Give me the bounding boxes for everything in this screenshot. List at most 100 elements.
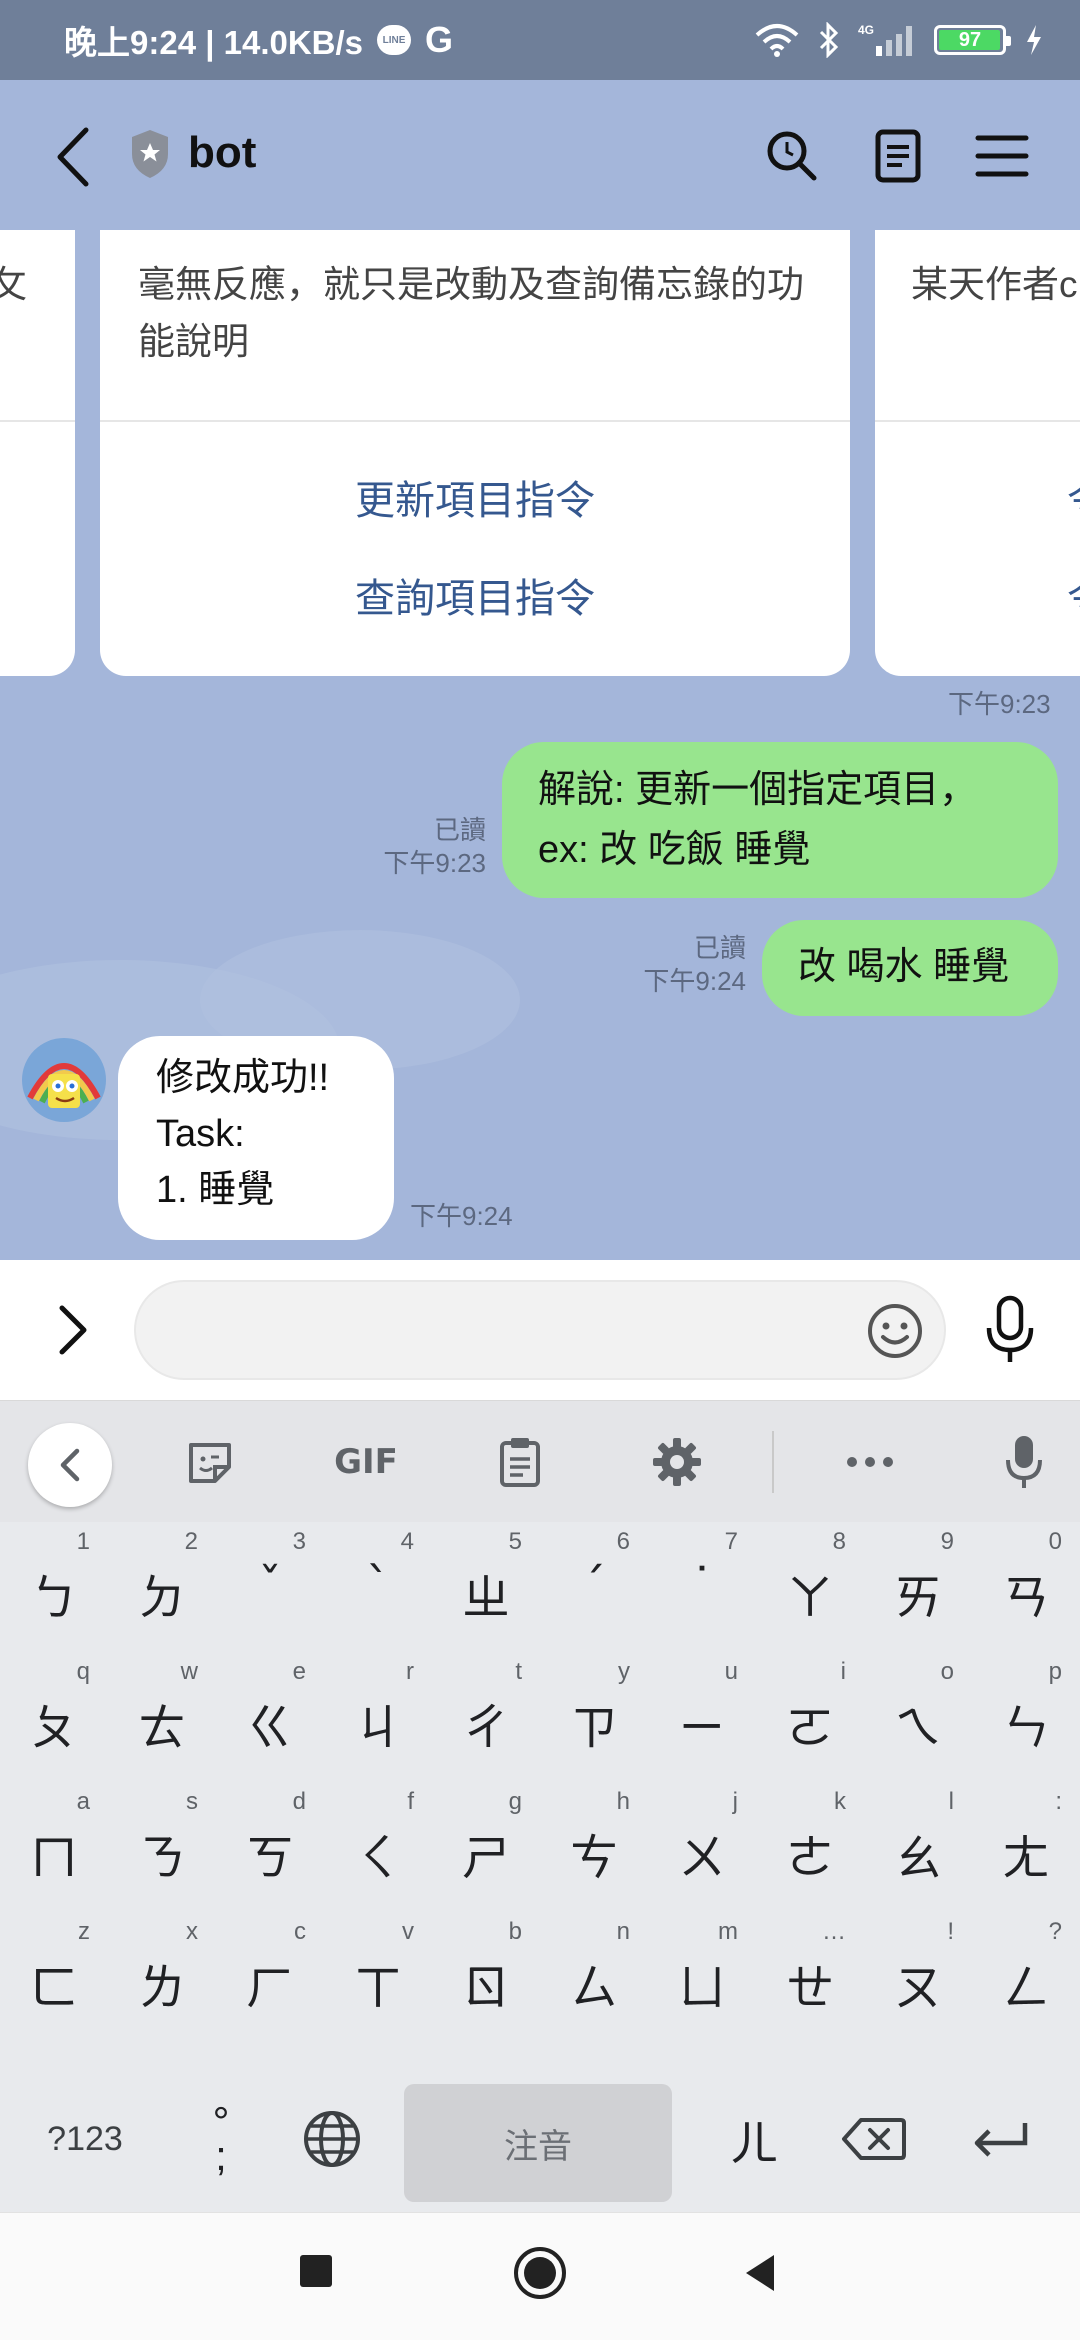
- enter-key[interactable]: [946, 2074, 1056, 2204]
- keyboard-key[interactable]: dㄎ: [216, 1784, 324, 1914]
- keyboard-key[interactable]: pㄣ: [972, 1654, 1080, 1784]
- search-icon[interactable]: [762, 126, 822, 186]
- keyboard-key[interactable]: vㄒ: [324, 1914, 432, 2044]
- back-triangle-icon[interactable]: [742, 2253, 778, 2293]
- keyboard-collapse-button[interactable]: [28, 1423, 112, 1507]
- chat-area[interactable]: 攵 毫無反應，就只是改動及查詢備忘錄的功能說明 更新項目指令 查詢項目指令 某天…: [0, 230, 1080, 1260]
- incoming-message-bubble[interactable]: 修改成功!! Task: 1. 睡覺: [118, 1036, 394, 1240]
- keyboard-key[interactable]: nㄙ: [540, 1914, 648, 2044]
- keyboard-key[interactable]: sㄋ: [108, 1784, 216, 1914]
- keyboard-key[interactable]: 9ㄞ: [864, 1524, 972, 1654]
- key-hint: k: [834, 1788, 846, 1815]
- keyboard-key[interactable]: 0ㄢ: [972, 1524, 1080, 1654]
- keyboard-key[interactable]: mㄩ: [648, 1914, 756, 2044]
- key-symbol: ㄇ: [29, 1830, 78, 1886]
- query-item-command-button[interactable]: 查詢項目指令: [100, 566, 850, 624]
- key-symbol: ㄝ: [785, 1960, 834, 2016]
- keyboard-key[interactable]: wㄊ: [108, 1654, 216, 1784]
- backspace-key[interactable]: [814, 2074, 934, 2204]
- key-symbol: ㄡ: [893, 1960, 942, 2016]
- key-hint: r: [406, 1658, 414, 1685]
- keyboard-key[interactable]: kㄜ: [756, 1784, 864, 1914]
- clipboard-button[interactable]: [490, 1401, 550, 1523]
- keyboard-key[interactable]: oㄟ: [864, 1654, 972, 1784]
- carousel-card-right[interactable]: 某天作者c 令 令: [875, 230, 1080, 676]
- keyboard-key[interactable]: 8ㄚ: [756, 1524, 864, 1654]
- keyboard-key[interactable]: qㄆ: [0, 1654, 108, 1784]
- more-options-button[interactable]: [840, 1401, 900, 1523]
- er-key[interactable]: ㄦ: [704, 2074, 804, 2204]
- key-symbol: ㄛ: [785, 1700, 834, 1756]
- recents-square-icon[interactable]: [298, 2253, 334, 2289]
- key-hint: u: [724, 1658, 738, 1685]
- emoji-icon[interactable]: [866, 1302, 924, 1360]
- home-circle-icon[interactable]: [512, 2245, 568, 2301]
- card-right-action-2[interactable]: 令: [1067, 566, 1080, 624]
- gif-button[interactable]: GIF: [326, 1401, 406, 1523]
- key-symbol: ㄋ: [137, 1830, 186, 1886]
- keyboard-key[interactable]: 4ˋ: [324, 1524, 432, 1654]
- menu-icon[interactable]: [972, 126, 1032, 186]
- keyboard-key[interactable]: … ㄝ: [756, 1914, 864, 2044]
- punctuation-key[interactable]: ° ;: [176, 2074, 266, 2204]
- keyboard-key[interactable]: fㄑ: [324, 1784, 432, 1914]
- sticker-button[interactable]: [180, 1401, 240, 1523]
- key-hint: h: [616, 1788, 630, 1815]
- keyboard-key[interactable]: hㄘ: [540, 1784, 648, 1914]
- keyboard-key[interactable]: 6ˊ: [540, 1524, 648, 1654]
- key-hint: n: [616, 1918, 630, 1945]
- keyboard-key[interactable]: eㄍ: [216, 1654, 324, 1784]
- avatar-image: [22, 1038, 106, 1122]
- keyboard-key[interactable]: ! ㄡ: [864, 1914, 972, 2044]
- key-symbol: ㄆ: [29, 1700, 78, 1756]
- expand-chevron-icon[interactable]: [52, 1300, 92, 1360]
- key-symbol: ㄖ: [461, 1960, 510, 2016]
- keyboard-key[interactable]: ? ㄥ: [972, 1914, 1080, 2044]
- keyboard-key[interactable]: lㄠ: [864, 1784, 972, 1914]
- keyboard-key[interactable]: iㄛ: [756, 1654, 864, 1784]
- carousel-card-left[interactable]: 攵: [0, 230, 75, 676]
- keyboard-key[interactable]: xㄌ: [108, 1914, 216, 2044]
- keyboard-key[interactable]: 3ˇ: [216, 1524, 324, 1654]
- bot-avatar[interactable]: [22, 1038, 106, 1122]
- key-hint: m: [718, 1918, 738, 1945]
- outgoing-message-bubble[interactable]: 解說: 更新一個指定項目， ex: 改 吃飯 睡覺: [502, 742, 1058, 898]
- keyboard-key[interactable]: jㄨ: [648, 1784, 756, 1914]
- keyboard-key[interactable]: bㄖ: [432, 1914, 540, 2044]
- space-key[interactable]: 注音: [404, 2084, 672, 2202]
- keyboard-key[interactable]: cㄏ: [216, 1914, 324, 2044]
- keyboard-key[interactable]: rㄐ: [324, 1654, 432, 1784]
- keyboard-settings-button[interactable]: [646, 1401, 708, 1523]
- keyboard-key[interactable]: yㄗ: [540, 1654, 648, 1784]
- keyboard-key[interactable]: :ㄤ: [972, 1784, 1080, 1914]
- language-switch-key[interactable]: [282, 2074, 382, 2204]
- card-right-action-1[interactable]: 令: [1067, 468, 1080, 526]
- keyboard-key[interactable]: tㄔ: [432, 1654, 540, 1784]
- keyboard-key[interactable]: zㄈ: [0, 1914, 108, 2044]
- keyboard-key[interactable]: gㄕ: [432, 1784, 540, 1914]
- voice-message-icon[interactable]: [980, 1294, 1040, 1366]
- sticker-icon: [189, 1443, 231, 1483]
- keyboard-key[interactable]: 2ㄉ: [108, 1524, 216, 1654]
- key-symbol: ㄈ: [29, 1960, 78, 2016]
- voice-input-button[interactable]: [994, 1401, 1054, 1523]
- key-symbol: ㄤ: [1001, 1830, 1050, 1886]
- status-time-speed: 晚上9:24 | 14.0KB/s: [64, 24, 364, 61]
- keyboard-key[interactable]: 5ㄓ: [432, 1524, 540, 1654]
- message-time: 下午9:24: [643, 966, 746, 996]
- key-hint: 1: [76, 1528, 90, 1555]
- notes-icon[interactable]: [868, 126, 928, 186]
- zhuyin-keyboard: 1 ㄅ 2 ㄉ 3 ˇ 4 ˋ 5 ㄓ 6 ˊ 7 ˙ 8 ㄚ 9 ㄞ 0 ㄢ q ㄆ w ㄊ e ㄍ r ㄐ t ㄔ y ㄗ u ㄧ i ㄛ o ㄟ p ㄣ…: [0, 1522, 1080, 2212]
- keyboard-key[interactable]: uㄧ: [648, 1654, 756, 1784]
- update-item-command-button[interactable]: 更新項目指令: [100, 468, 850, 526]
- outgoing-message-bubble[interactable]: 改 喝水 睡覺: [762, 920, 1058, 1016]
- microphone-icon: [1006, 1436, 1042, 1488]
- keyboard-key[interactable]: 7 ˙: [648, 1524, 756, 1654]
- message-input[interactable]: [134, 1280, 946, 1380]
- symbols-key[interactable]: ?123: [20, 2074, 150, 2204]
- status-bar: 晚上9:24 | 14.0KB/s LINE G 4G 97: [0, 0, 1080, 80]
- keyboard-key[interactable]: aㄇ: [0, 1784, 108, 1914]
- key-symbol: ㄌ: [137, 1960, 186, 2016]
- back-arrow-icon[interactable]: [46, 122, 102, 192]
- keyboard-key[interactable]: 1ㄅ: [0, 1524, 108, 1654]
